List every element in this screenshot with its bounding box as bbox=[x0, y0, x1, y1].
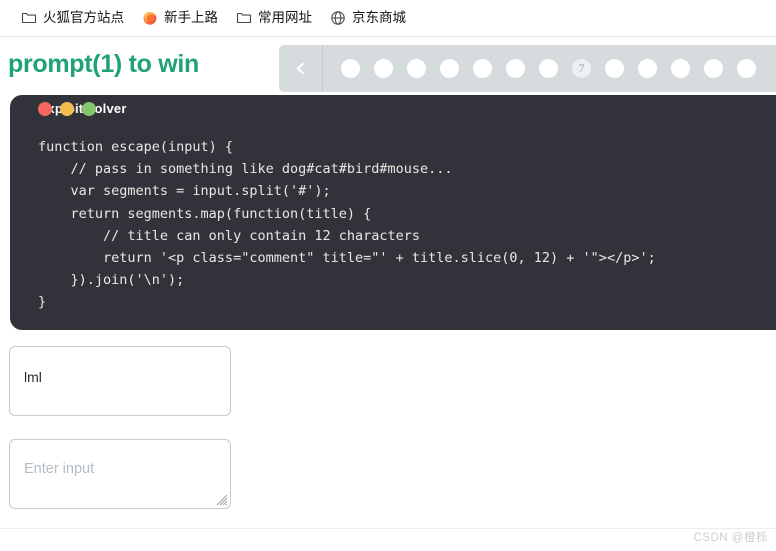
pagination-dot-11[interactable] bbox=[704, 59, 723, 78]
firefox-icon bbox=[142, 10, 158, 26]
pagination-dot-current[interactable]: 7 bbox=[572, 59, 591, 78]
pagination-dot-2[interactable] bbox=[407, 59, 426, 78]
bookmark-label: 常用网址 bbox=[258, 10, 312, 26]
bookmark-label: 火狐官方站点 bbox=[43, 10, 124, 26]
code-line: // pass in something like dog#cat#bird#m… bbox=[38, 161, 453, 178]
pagination-bar: 7 bbox=[279, 45, 776, 92]
pagination-dot-12[interactable] bbox=[737, 59, 756, 78]
watermark-divider bbox=[0, 528, 776, 529]
maximize-light-icon[interactable] bbox=[82, 102, 96, 116]
pagination-dot-5[interactable] bbox=[506, 59, 525, 78]
code-line: // title can only contain 12 characters bbox=[38, 227, 421, 244]
pagination-dot-10[interactable] bbox=[671, 59, 690, 78]
output-box: lml bbox=[9, 346, 231, 416]
folder-icon bbox=[236, 10, 252, 26]
bookmark-item-2[interactable]: 常用网址 bbox=[227, 7, 321, 29]
minimize-light-icon[interactable] bbox=[60, 102, 74, 116]
page-title: prompt(1) to win bbox=[8, 50, 200, 78]
pagination-dot-9[interactable] bbox=[638, 59, 657, 78]
input-textarea[interactable]: Enter input bbox=[9, 439, 231, 509]
bookmark-item-1[interactable]: 新手上路 bbox=[133, 7, 227, 29]
code-line: var segments = input.split('#'); bbox=[38, 183, 331, 200]
bookmark-label: 新手上路 bbox=[164, 10, 218, 26]
resize-grip-icon[interactable] bbox=[214, 492, 228, 506]
window-control-lights bbox=[38, 102, 96, 116]
pagination-back-button[interactable] bbox=[279, 45, 323, 92]
pagination-dot-6[interactable] bbox=[539, 59, 558, 78]
bookmark-label: 京东商城 bbox=[352, 10, 406, 26]
pagination-dot-0[interactable] bbox=[341, 59, 360, 78]
watermark: CSDN @橙栎 bbox=[693, 532, 768, 544]
output-value: lml bbox=[24, 369, 42, 385]
code-line: function escape(input) { bbox=[38, 139, 234, 155]
code-line: }).join('\n'); bbox=[38, 272, 185, 289]
folder-icon bbox=[21, 10, 37, 26]
chevron-left-icon bbox=[293, 61, 308, 76]
input-placeholder: Enter input bbox=[24, 461, 95, 477]
close-light-icon[interactable] bbox=[38, 102, 52, 116]
code-line: return segments.map(function(title) { bbox=[38, 205, 372, 222]
pagination-dot-8[interactable] bbox=[605, 59, 624, 78]
code-block: function escape(input) { // pass in some… bbox=[10, 124, 776, 314]
code-panel: exploit/solver function escape(input) { … bbox=[10, 95, 776, 330]
pagination-dots: 7 bbox=[323, 59, 756, 78]
code-line: } bbox=[38, 294, 47, 311]
code-line: return '<p class="comment" title="' + ti… bbox=[38, 250, 656, 267]
code-panel-titlebar: exploit/solver bbox=[10, 95, 776, 124]
bookmarks-bar: 火狐官方站点 新手上路 常用网址 京东商城 bbox=[0, 0, 776, 37]
pagination-dot-3[interactable] bbox=[440, 59, 459, 78]
bookmark-item-3[interactable]: 京东商城 bbox=[321, 7, 415, 29]
pagination-dot-4[interactable] bbox=[473, 59, 492, 78]
pagination-dot-1[interactable] bbox=[374, 59, 393, 78]
bookmark-item-0[interactable]: 火狐官方站点 bbox=[12, 7, 133, 29]
globe-icon bbox=[330, 10, 346, 26]
